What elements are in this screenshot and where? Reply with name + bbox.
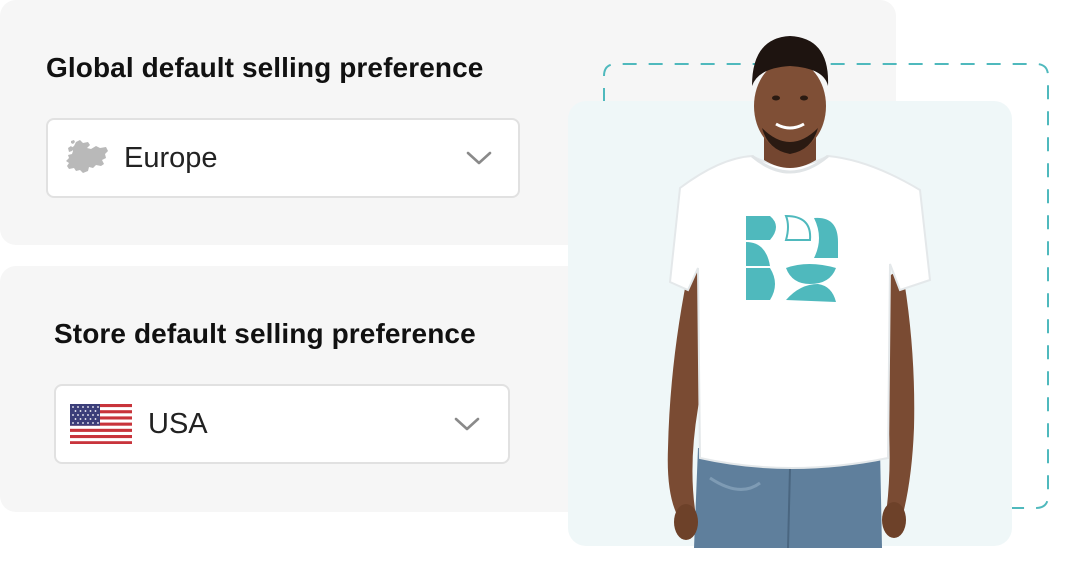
store-region-select[interactable]: USA [54,384,510,464]
store-preference-title: Store default selling preference [54,318,476,349]
tshirt-model-image [667,36,932,548]
selling-preferences-illustration: Global default selling preference Europe… [0,0,1088,566]
global-preference-title: Global default selling preference [46,52,484,83]
chevron-down-icon [466,151,492,165]
europe-map-icon [66,140,108,173]
store-region-value: USA [148,407,208,440]
chevron-down-icon [454,417,480,431]
global-region-select[interactable]: Europe [46,118,520,198]
us-flag-icon [70,404,132,444]
global-region-value: Europe [124,141,218,174]
